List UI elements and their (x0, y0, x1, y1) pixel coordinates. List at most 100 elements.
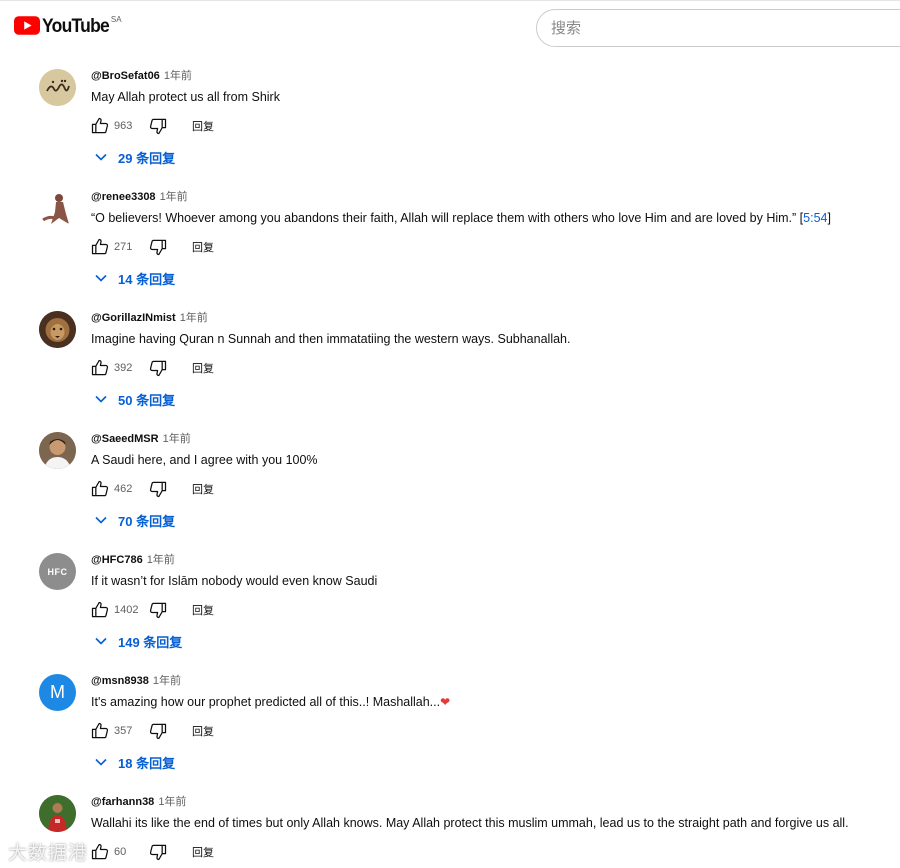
view-replies-button[interactable]: 149 条回复 (94, 631, 182, 651)
thumbs-up-icon[interactable] (90, 116, 110, 136)
comment-author[interactable]: @msn8938 (91, 675, 149, 687)
youtube-logo[interactable]: YouTube SA (14, 15, 122, 38)
reply-button[interactable]: 回复 (192, 723, 214, 739)
avatar[interactable] (39, 795, 76, 832)
comment-text-content: Wallahi its like the end of times but on… (91, 816, 849, 830)
comment-time[interactable]: 1年前 (158, 796, 186, 808)
chevron-down-icon (95, 758, 107, 766)
comment-time[interactable]: 1年前 (163, 433, 191, 445)
reply-button[interactable]: 回复 (192, 360, 214, 376)
reply-button[interactable]: 回复 (192, 118, 214, 134)
comment-actions: 1402 回复 (90, 599, 214, 621)
search-input[interactable] (551, 19, 900, 37)
comment-author[interactable]: @SaeedMSR (91, 433, 159, 445)
football-player-avatar-icon (39, 795, 76, 832)
avatar[interactable] (39, 311, 76, 348)
thumbs-up-icon[interactable] (90, 842, 110, 862)
replies-count: 18 条回复 (118, 755, 176, 771)
chevron-down-icon (95, 395, 107, 403)
comment-time[interactable]: 1年前 (153, 675, 181, 687)
reply-button[interactable]: 回复 (192, 481, 214, 497)
timestamp-link[interactable]: 5:54 (803, 211, 827, 225)
comment-thread: HFC @HFC786 1年前 If it wasn’t for Islām no… (0, 538, 900, 659)
comment-time[interactable]: 1年前 (160, 191, 188, 203)
comment-actions: 271 回复 (90, 236, 214, 258)
thumbs-up-icon[interactable] (90, 358, 110, 378)
thumbs-up-icon[interactable] (90, 237, 110, 257)
comment-author[interactable]: @renee3308 (91, 191, 156, 203)
replies-count: 29 条回复 (118, 150, 176, 166)
comment-author[interactable]: @GorillazINmist (91, 312, 176, 324)
avatar-initials: M (50, 682, 65, 702)
thumbs-down-icon[interactable] (148, 358, 168, 378)
chevron-down-icon (95, 153, 107, 161)
reply-button[interactable]: 回复 (192, 844, 214, 860)
reply-button[interactable]: 回复 (192, 239, 214, 255)
avatar-initials: HFC (47, 566, 68, 577)
comment-text-content: May Allah protect us all from Shirk (91, 90, 280, 104)
thumbs-up-icon[interactable] (90, 721, 110, 741)
lion-avatar-icon (39, 311, 76, 348)
reply-button[interactable]: 回复 (192, 602, 214, 618)
thumbs-down-icon[interactable] (148, 116, 168, 136)
comment-actions: 963 回复 (90, 115, 214, 137)
comment-actions: 60 回复 (90, 841, 214, 863)
figure-avatar-icon (42, 194, 69, 224)
avatar[interactable] (39, 190, 76, 227)
comment-thread: @renee3308 1年前 “O believers! Whoever amon… (0, 175, 900, 296)
thumbs-up-icon[interactable] (90, 479, 110, 499)
comment-author[interactable]: @BroSefat06 (91, 70, 160, 82)
view-replies-button[interactable]: 18 条回复 (94, 752, 175, 772)
thumbs-down-icon[interactable] (148, 237, 168, 257)
comment-author[interactable]: @HFC786 (91, 554, 143, 566)
person-avatar-icon (39, 432, 76, 469)
thumbs-down-icon[interactable] (148, 842, 168, 862)
thumbs-up-icon[interactable] (90, 600, 110, 620)
replies-count: 50 条回复 (118, 392, 176, 408)
comment-thread: @farhann38 1年前 Wallahi its like the end o… (0, 780, 900, 868)
view-replies-button[interactable]: 50 条回复 (94, 389, 175, 409)
comment-time[interactable]: 1年前 (180, 312, 208, 324)
comment-author[interactable]: @farhann38 (91, 796, 154, 808)
like-count: 963 (114, 120, 133, 132)
thumbs-down-icon[interactable] (148, 721, 168, 741)
comment-text: Wallahi its like the end of times but on… (91, 814, 891, 832)
comment-thread: @BroSefat06 1年前 May Allah protect us all … (0, 54, 900, 175)
comment-thread: @GorillazINmist 1年前 Imagine having Quran … (0, 296, 900, 417)
chevron-down-icon (95, 274, 107, 282)
comment-text-content: Imagine having Quran n Sunnah and then i… (91, 332, 571, 346)
comment-text: It's amazing how our prophet predicted a… (91, 693, 891, 711)
avatar[interactable] (39, 69, 76, 106)
avatar[interactable]: HFC (39, 553, 76, 590)
search-box[interactable] (536, 9, 900, 47)
comment-text: A Saudi here, and I agree with you 100% (91, 451, 891, 469)
heart-emoji-icon: ❤ (440, 695, 451, 709)
thumbs-down-icon[interactable] (148, 479, 168, 499)
view-replies-button[interactable]: 70 条回复 (94, 510, 175, 530)
like-count: 60 (114, 846, 127, 858)
region-code: SA (110, 15, 122, 24)
comment-text-content: A Saudi here, and I agree with you 100% (91, 453, 318, 467)
comment-time[interactable]: 1年前 (164, 70, 192, 82)
comment-text: May Allah protect us all from Shirk (91, 88, 891, 106)
thumbs-down-icon[interactable] (148, 600, 168, 620)
comment-text-content: It's amazing how our prophet predicted a… (91, 695, 441, 709)
view-replies-button[interactable]: 14 条回复 (94, 268, 175, 288)
avatar[interactable]: M (39, 674, 76, 711)
comment-time[interactable]: 1年前 (147, 554, 175, 566)
like-count: 1402 (114, 604, 139, 616)
chevron-down-icon (95, 637, 107, 645)
comment-actions: 462 回复 (90, 478, 214, 500)
like-count: 357 (114, 725, 133, 737)
comment-thread: M @msn8938 1年前 It's amazing how our proph… (0, 659, 900, 780)
youtube-play-icon (14, 16, 40, 35)
replies-count: 14 条回复 (118, 271, 176, 287)
view-replies-button[interactable]: 29 条回复 (94, 147, 175, 167)
comment-actions: 392 回复 (90, 357, 214, 379)
comment-text: Imagine having Quran n Sunnah and then i… (91, 330, 891, 348)
avatar[interactable] (39, 432, 76, 469)
calligraphy-avatar-icon (39, 69, 76, 106)
chevron-down-icon (95, 516, 107, 524)
comment-text: If it wasn’t for Islām nobody would even… (91, 572, 891, 590)
comment-thread: @SaeedMSR 1年前 A Saudi here, and I agree w… (0, 417, 900, 538)
